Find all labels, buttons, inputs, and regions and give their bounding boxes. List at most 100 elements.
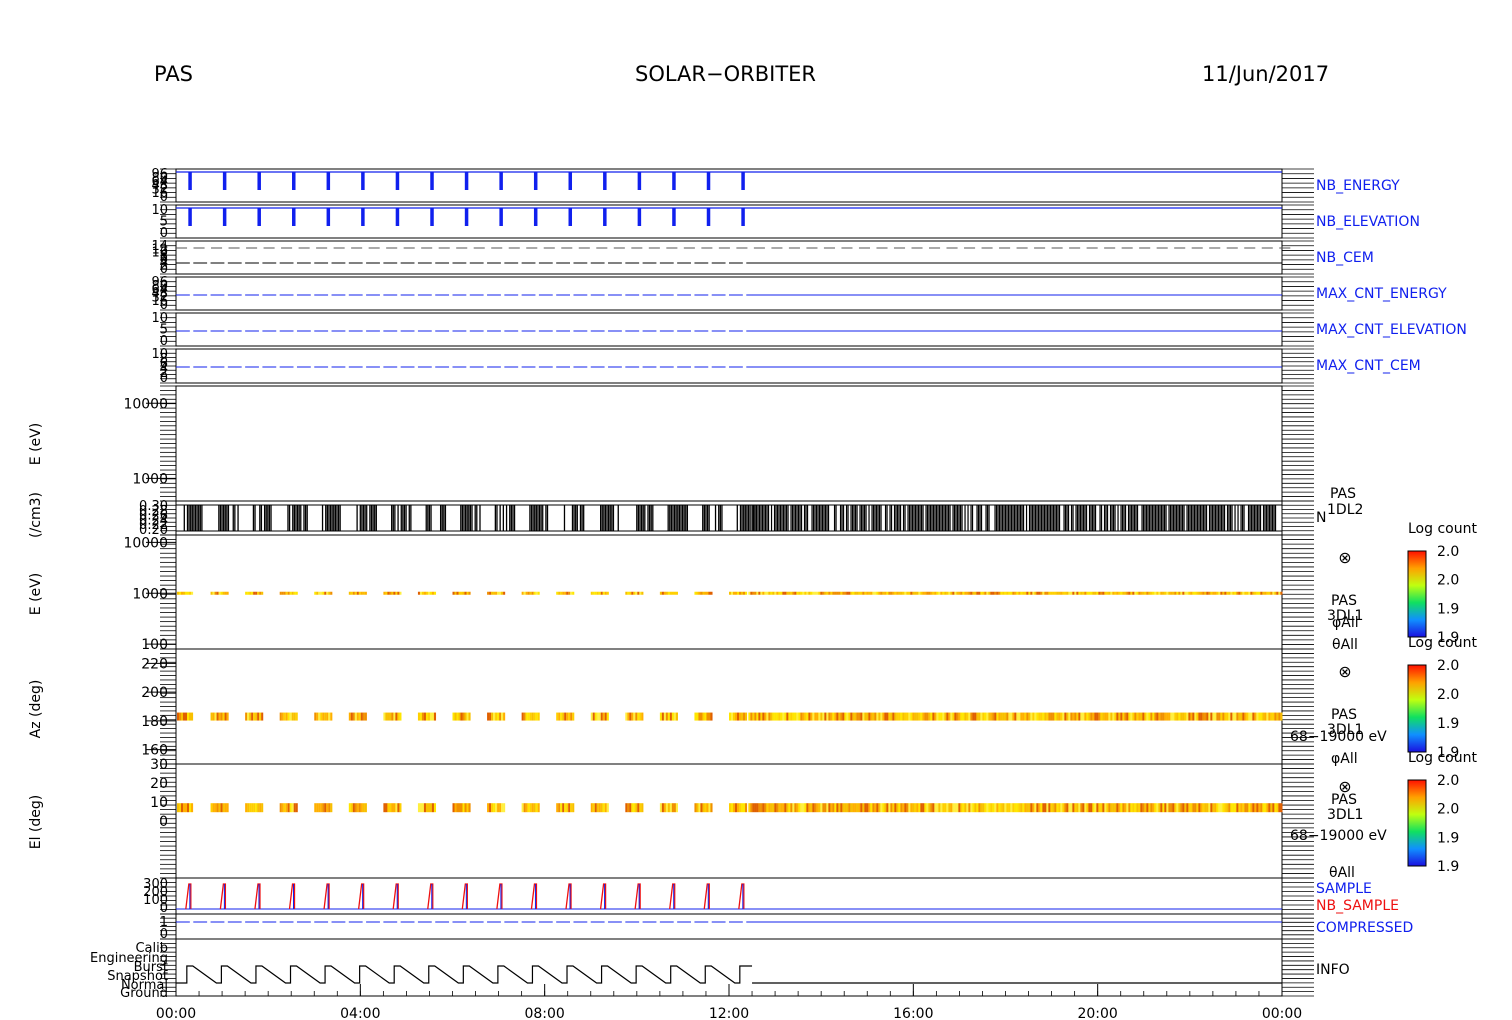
azimuth-panel-cell xyxy=(854,712,857,721)
elevation-panel-cell xyxy=(606,803,609,813)
elevation-panel-cell xyxy=(828,803,831,813)
energy-3dl1-panel-cell xyxy=(1042,591,1045,595)
elevation-panel-cell xyxy=(904,803,907,813)
azimuth-panel-cell xyxy=(868,712,871,721)
energy-3dl1-panel-cell xyxy=(462,591,465,595)
azimuth-panel-cell xyxy=(866,712,869,721)
energy-3dl1-panel-cell xyxy=(922,591,925,595)
azimuth-panel-cell xyxy=(944,712,947,721)
azimuth-panel-cell xyxy=(314,712,317,721)
elevation-panel-cell xyxy=(1168,803,1171,813)
azimuth-panel-cell xyxy=(930,712,933,721)
azimuth-panel-cell xyxy=(1158,712,1161,721)
azimuth-panel-cell xyxy=(1066,712,1069,721)
elevation-panel-tick-label: 10 xyxy=(150,795,168,811)
info-panel-label: INFO xyxy=(1316,962,1350,978)
energy-3dl1-panel-cell xyxy=(814,591,817,595)
elevation-panel-cell xyxy=(1204,803,1207,813)
azimuth-panel-cell xyxy=(924,712,927,721)
elevation-panel-cell xyxy=(537,803,540,813)
elevation-panel-cell xyxy=(884,803,887,813)
density-panel-level-label: 1DL2 xyxy=(1327,502,1363,518)
energy-3dl1-panel-cell xyxy=(283,591,286,595)
energy-3dl1-panel-cell xyxy=(362,591,365,595)
elevation-panel-cell xyxy=(1066,803,1069,813)
energy-3dl1-panel-cell xyxy=(838,591,841,595)
azimuth-panel-cell xyxy=(279,712,282,721)
max-cnt-energy-panel-label: MAX_CNT_ENERGY xyxy=(1316,286,1447,302)
energy-3dl1-panel-cell xyxy=(906,591,909,595)
azimuth-panel-cell xyxy=(948,712,951,721)
elevation-panel-cell xyxy=(986,803,989,813)
energy-3dl1-panel-cell xyxy=(858,591,861,595)
azimuth-panel-cell xyxy=(295,712,298,721)
elevation-panel-cell xyxy=(846,803,849,813)
azimuth-panel-cell xyxy=(916,712,919,721)
azimuth-panel-cell xyxy=(259,712,262,721)
energy-3dl1-panel-cell xyxy=(796,591,799,595)
elevation-panel-cell xyxy=(1142,803,1145,813)
elevation-panel-cell xyxy=(362,803,365,813)
density-panel-series-label: N xyxy=(1316,510,1326,526)
energy-3dl1-panel-cell xyxy=(894,591,897,595)
azimuth-panel-cell xyxy=(1058,712,1061,721)
elevation-panel-cell xyxy=(918,803,921,813)
azimuth-panel-cell xyxy=(796,712,799,721)
elevation-panel-cell xyxy=(930,803,933,813)
nb-elevation-panel-pulse xyxy=(257,208,261,226)
azimuth-panel-cell xyxy=(892,712,895,721)
azimuth-panel-cell xyxy=(1208,712,1211,721)
elevation-panel-cell xyxy=(902,803,905,813)
energy-3dl1-panel-cell xyxy=(836,591,839,595)
azimuth-panel-colorbar-title: Log count xyxy=(1408,635,1477,651)
elevation-panel-cell xyxy=(824,803,827,813)
energy-3dl1-panel-cell xyxy=(868,591,871,595)
energy-3dl1-panel-cell xyxy=(886,591,889,595)
elevation-panel-cell xyxy=(1088,803,1091,813)
elevation-panel-cell xyxy=(1040,803,1043,813)
azimuth-panel-cell xyxy=(1156,712,1159,721)
energy-3dl1-panel-cell xyxy=(1224,591,1227,595)
azimuth-panel-cell xyxy=(291,712,294,721)
energy-3dl1-panel-cell xyxy=(1094,591,1097,595)
azimuth-panel-cell xyxy=(592,712,595,721)
elevation-panel-cell xyxy=(1132,803,1135,813)
energy-3dl1-panel-cell xyxy=(940,591,943,595)
azimuth-panel-cell xyxy=(456,712,459,721)
elevation-panel-cell xyxy=(1174,803,1177,813)
azimuth-panel-cell xyxy=(665,712,668,721)
azimuth-panel-cell xyxy=(1266,712,1269,721)
azimuth-panel-cell xyxy=(818,712,821,721)
azimuth-panel-cell xyxy=(1172,712,1175,721)
energy-3dl1-panel-cell xyxy=(454,591,457,595)
azimuth-panel-cell xyxy=(1248,712,1251,721)
azimuth-panel-cell xyxy=(1032,712,1035,721)
azimuth-panel-cell xyxy=(982,712,985,721)
elevation-panel-cell xyxy=(245,803,248,813)
elevation-panel-cell xyxy=(694,803,697,813)
elevation-panel-cell xyxy=(994,803,997,813)
energy-3dl1-panel-cell xyxy=(328,591,331,595)
azimuth-panel-cell xyxy=(429,712,433,721)
azimuth-panel-cell xyxy=(1132,712,1135,721)
energy-3dl1-panel-cell xyxy=(731,591,734,595)
azimuth-panel-cell xyxy=(562,712,565,721)
elevation-panel-cell xyxy=(356,803,359,813)
elevation-panel-cell xyxy=(287,803,290,813)
azimuth-panel-cell xyxy=(928,712,931,721)
elevation-panel-cell xyxy=(1198,803,1201,813)
azimuth-panel-cell xyxy=(1242,712,1245,721)
energy-3dl1-panel-cell xyxy=(521,591,524,595)
energy-3dl1-panel-cell xyxy=(984,591,987,595)
elevation-panel-cell xyxy=(556,803,559,813)
elevation-panel-cell xyxy=(421,803,425,813)
azimuth-panel-cell xyxy=(800,712,803,721)
elevation-panel-cell xyxy=(1268,803,1271,813)
azimuth-panel-cell xyxy=(495,712,498,721)
energy-3dl1-panel-cell xyxy=(1280,591,1283,595)
azimuth-panel-cell xyxy=(906,712,909,721)
elevation-panel-cell xyxy=(181,803,184,813)
azimuth-panel-cell xyxy=(1040,712,1043,721)
elevation-panel-ylabel: El (deg) xyxy=(28,795,44,850)
azimuth-panel-cell xyxy=(387,712,390,721)
